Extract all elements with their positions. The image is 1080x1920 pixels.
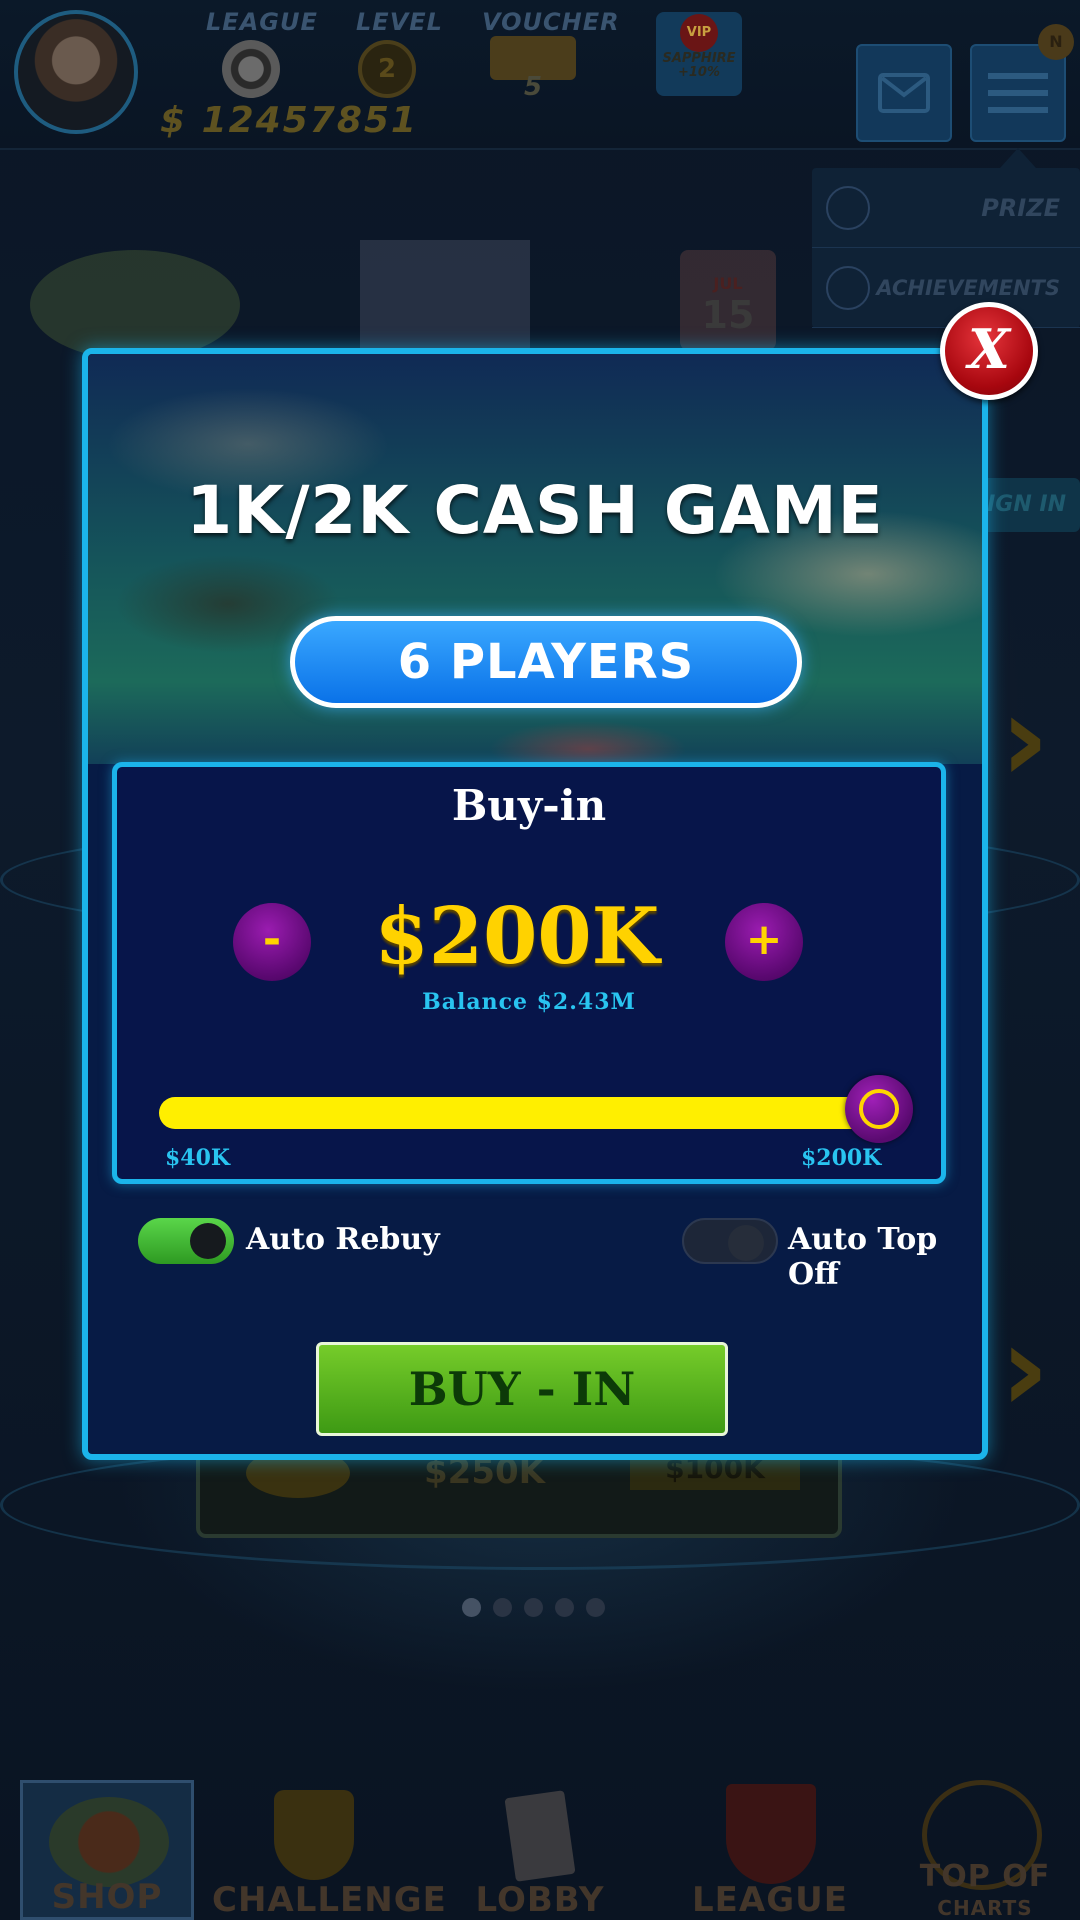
level-label: LEVEL (356, 8, 443, 36)
menu-item-label: ACHIEVEMENTS (876, 275, 1060, 300)
bottom-nav: SHOP CHALLENGE LOBBY LEAGUE TOP OF CHART… (0, 1780, 1080, 1920)
vip-status[interactable]: VIP SAPPHIRE +10% (656, 12, 742, 96)
nav-sublabel: CHARTS (937, 1896, 1033, 1920)
next-arrow-icon[interactable]: › (1000, 670, 1049, 809)
auto-rebuy-label: Auto Rebuy (246, 1222, 440, 1257)
decrease-button[interactable]: - (233, 903, 311, 981)
vip-badge-icon: VIP (680, 14, 718, 52)
auto-top-off-label: Auto Top Off (788, 1222, 938, 1292)
increase-button[interactable]: + (725, 903, 803, 981)
auto-top-off-toggle[interactable] (682, 1218, 778, 1264)
toggle-knob (190, 1223, 226, 1259)
toggle-knob (728, 1225, 764, 1261)
slider-max-label: $200K (801, 1145, 882, 1171)
menu-item-label: PRIZE (981, 193, 1060, 222)
slider-thumb[interactable] (845, 1075, 913, 1143)
league-label: LEAGUE (206, 8, 318, 36)
buyin-modal: 1K/2K CASH GAME 6 PLAYERS Buy-in - $200K… (82, 348, 988, 1460)
buyin-heading: Buy-in (451, 781, 607, 830)
menu-item-prize[interactable]: PRIZE (812, 168, 1080, 248)
level-star-icon: 2 (358, 40, 416, 98)
notification-badge: N (1038, 24, 1074, 60)
buyin-panel: Buy-in - $200K + Balance $2.43M $40K $20… (112, 762, 946, 1184)
vip-bonus: +10% (677, 65, 720, 80)
auto-rebuy-toggle[interactable] (138, 1218, 234, 1264)
nav-challenge[interactable]: CHALLENGE (212, 1780, 447, 1920)
shield-arrows-icon (726, 1784, 816, 1884)
slider-min-label: $40K (165, 1145, 231, 1171)
buyin-slider[interactable] (159, 1075, 913, 1143)
poker-chip-icon (222, 40, 280, 98)
players-button[interactable]: 6 PLAYERS (290, 616, 802, 708)
buy-in-button[interactable]: BUY - IN (316, 1342, 728, 1436)
menu-dropdown: PRIZE ACHIEVEMENTS (812, 168, 1080, 328)
nav-label: SHOP (51, 1877, 163, 1917)
page-dot[interactable] (462, 1598, 481, 1617)
balance-text: Balance $2.43M (422, 989, 636, 1015)
nav-top-of-charts[interactable]: TOP OF CHARTS (900, 1780, 1070, 1920)
modal-title: 1K/2K CASH GAME (186, 472, 884, 549)
page-dot[interactable] (493, 1598, 512, 1617)
chips-stack-icon (49, 1797, 169, 1887)
medal-icon (826, 265, 870, 310)
nav-label: TOP OF (919, 1859, 1051, 1894)
mail-button[interactable] (856, 44, 952, 142)
mail-icon (878, 73, 930, 113)
page-dot[interactable] (524, 1598, 543, 1617)
next-arrow-icon[interactable]: › (1000, 1300, 1049, 1439)
page-dot[interactable] (555, 1598, 574, 1617)
page-indicator (462, 1598, 605, 1617)
voucher-label: VOUCHER (482, 8, 620, 36)
nav-label: LOBBY (475, 1880, 605, 1920)
hamburger-icon (988, 73, 1048, 113)
nav-league[interactable]: LEAGUE (680, 1780, 860, 1920)
player-balance: $ 12457851 (160, 100, 418, 141)
nav-shop[interactable]: SHOP (20, 1780, 194, 1920)
nav-lobby[interactable]: LOBBY (460, 1780, 620, 1920)
vip-tier: SAPPHIRE (662, 51, 736, 66)
menu-item-achievements[interactable]: ACHIEVEMENTS (812, 248, 1080, 328)
close-button[interactable]: X (940, 302, 1038, 400)
top-bar: LEAGUE LEVEL 2 VOUCHER 5 VIP SAPPHIRE +1… (0, 0, 1080, 150)
cash-stack-graphic (30, 250, 240, 360)
slider-fill (159, 1097, 879, 1129)
avatar[interactable] (14, 10, 138, 134)
poker-hand-graphic (360, 240, 530, 350)
cards-icon (504, 1790, 576, 1882)
nav-label: LEAGUE (692, 1880, 848, 1920)
buyin-amount: $200K (374, 891, 660, 982)
voucher-count: 5 (524, 72, 543, 102)
trophy-icon (826, 185, 870, 230)
page-dot[interactable] (586, 1598, 605, 1617)
trophy-icon (274, 1790, 354, 1880)
nav-label: CHALLENGE (212, 1880, 447, 1920)
dropdown-pointer (1000, 148, 1036, 168)
calendar-icon: JUL 15 (680, 250, 776, 350)
